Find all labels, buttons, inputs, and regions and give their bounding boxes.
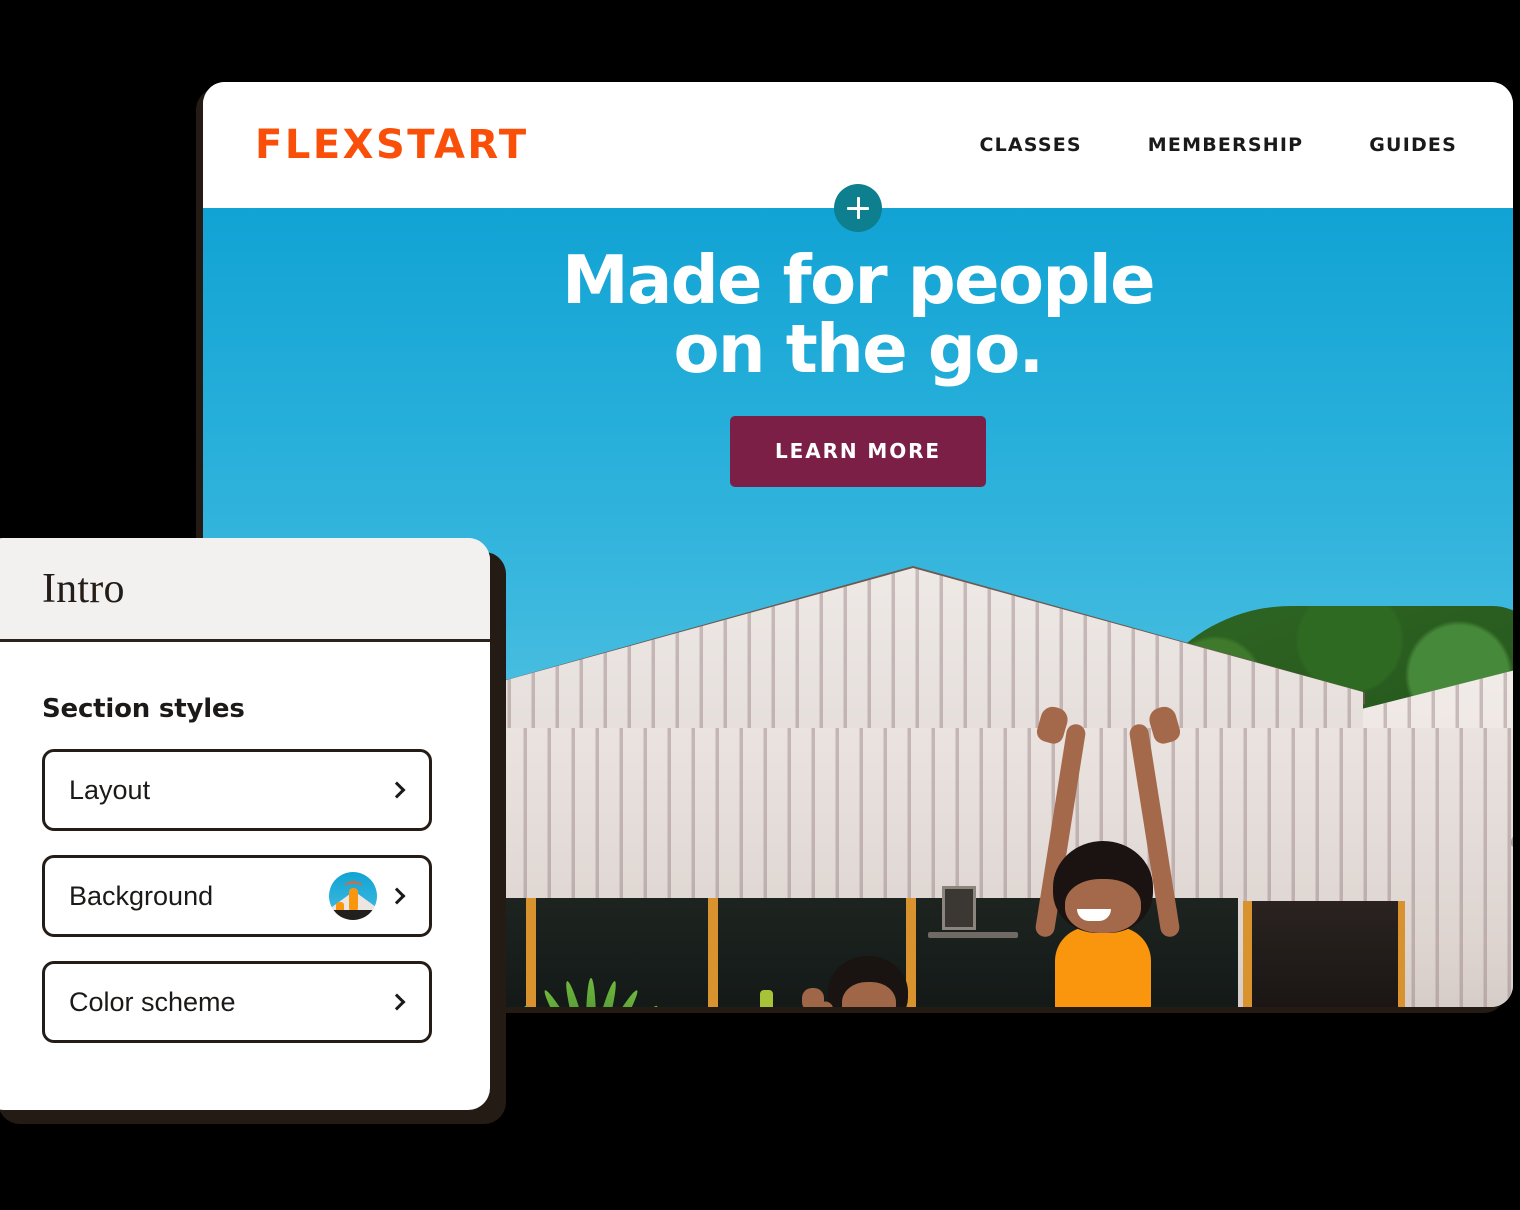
thumb-figure [344,881,363,912]
option-row-color-scheme[interactable]: Color scheme [42,961,432,1043]
hero-copy: Made for people on the go. LEARN MORE [203,208,1513,487]
window-mullion [708,898,718,1007]
background-thumbnail[interactable] [329,872,377,920]
open-doorway [1243,901,1405,1007]
section-styles-heading: Section styles [42,694,245,724]
chevron-right-icon [388,993,406,1011]
option-label: Background [69,880,214,911]
yucca-plant [498,898,698,1007]
learn-more-button[interactable]: LEARN MORE [730,416,986,487]
nav-link-membership[interactable]: MEMBERSHIP [1148,134,1303,156]
interior-picture-frame [942,886,976,930]
person-left [798,948,988,1007]
main-nav: CLASSES MEMBERSHIP GUIDES [979,134,1457,156]
option-label: Color scheme [69,986,236,1017]
nav-link-guides[interactable]: GUIDES [1369,134,1457,156]
panel-title: Intro [42,565,125,612]
hero-headline: Made for people on the go. [562,241,1156,388]
site-logo[interactable]: FLEXSTART [255,125,529,165]
option-label: Layout [69,774,151,805]
panel-header: Intro [0,538,490,642]
person-center [993,703,1223,1007]
nav-link-classes[interactable]: CLASSES [979,134,1081,156]
interior-bottle [760,990,773,1007]
thumb-foreground [329,910,377,920]
add-section-plus-icon[interactable] [834,184,882,232]
chevron-right-icon [388,887,406,905]
option-row-background[interactable]: Background [42,855,432,937]
screenshot-stage: FLEXSTART CLASSES MEMBERSHIP GUIDES Made… [0,0,1520,1210]
section-editor-panel: Intro Section styles Layout Background C… [0,538,490,1110]
panel-body: Section styles Layout Background Color s… [0,642,490,1043]
option-row-layout[interactable]: Layout [42,749,432,831]
chevron-right-icon [388,781,406,799]
